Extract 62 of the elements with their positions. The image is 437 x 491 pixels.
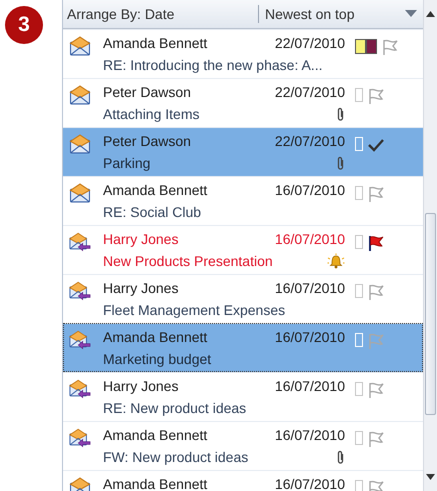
envelope-icon — [69, 85, 91, 105]
sender-name: Amanda Bennett — [103, 329, 208, 345]
sender-name: Harry Jones — [103, 378, 178, 394]
arrange-by-button[interactable]: Arrange By: Date — [63, 5, 259, 23]
message-row[interactable]: Amanda Bennett 22/07/2010 RE: Introducing the new phase: A... — [63, 29, 423, 78]
category-slot[interactable] — [355, 480, 363, 491]
message-date: 16/07/2010 — [274, 182, 345, 198]
reply-envelope-icon — [69, 232, 91, 252]
sender-name: Amanda Bennett — [103, 427, 208, 443]
message-subject: New Products Presentation — [103, 253, 273, 269]
message-date: 16/07/2010 — [274, 476, 345, 491]
sender-name: Amanda Bennett — [103, 35, 208, 51]
message-subject: Fleet Management Expenses — [103, 302, 286, 318]
message-row[interactable]: Harry Jones 16/07/2010 New Products Presentation — [63, 225, 423, 274]
dropdown-arrow-icon[interactable] — [405, 10, 417, 18]
sender-name: Peter Dawson — [103, 84, 191, 100]
sender-name: Amanda Bennett — [103, 182, 208, 198]
message-row[interactable]: Amanda Bennett 16/07/2010 FW: New product ideas — [63, 421, 423, 470]
sender-name: Harry Jones — [103, 231, 178, 247]
message-subject: Parking — [103, 155, 150, 171]
scroll-down-icon[interactable] — [426, 474, 435, 480]
reply-envelope-icon — [69, 379, 91, 399]
category-slot[interactable] — [355, 186, 363, 200]
message-date: 16/07/2010 — [274, 280, 345, 296]
message-date: 16/07/2010 — [274, 378, 345, 394]
category-slot[interactable] — [355, 235, 363, 249]
envelope-icon — [69, 477, 91, 491]
message-row[interactable]: Amanda Bennett 16/07/2010 RE: Social Club — [63, 176, 423, 225]
message-subject: RE: Social Club — [103, 204, 202, 220]
scroll-up-icon[interactable] — [426, 11, 435, 17]
message-date: 22/07/2010 — [274, 84, 345, 100]
message-row[interactable]: Harry Jones 16/07/2010 RE: New product ideas — [63, 372, 423, 421]
message-date: 22/07/2010 — [274, 133, 345, 149]
reply-envelope-icon — [69, 281, 91, 301]
category-slot[interactable] — [355, 88, 363, 102]
scrollbar[interactable] — [423, 0, 437, 491]
message-row[interactable]: Amanda Bennett 16/07/2010 — [63, 470, 423, 491]
step-badge: 3 — [5, 6, 43, 44]
message-date: 16/07/2010 — [274, 427, 345, 443]
message-subject: Marketing budget — [103, 351, 212, 367]
sender-name: Amanda Bennett — [103, 476, 208, 491]
envelope-icon — [69, 183, 91, 203]
category-slot[interactable] — [355, 284, 363, 298]
message-row[interactable]: Peter Dawson 22/07/2010 Parking — [63, 127, 423, 176]
flag-icon[interactable] — [367, 234, 385, 252]
sender-name: Harry Jones — [103, 280, 178, 296]
envelope-icon — [69, 134, 91, 154]
reply-envelope-icon — [69, 330, 91, 350]
message-subject: RE: Introducing the new phase: A... — [103, 57, 322, 73]
sender-name: Peter Dawson — [103, 133, 191, 149]
sort-order-button[interactable]: Newest on top — [259, 6, 405, 22]
category-slot[interactable] — [355, 382, 363, 396]
category-slot[interactable] — [355, 431, 363, 445]
message-subject: RE: New product ideas — [103, 400, 246, 416]
message-subject: FW: New product ideas — [103, 449, 248, 465]
message-date: 16/07/2010 — [274, 329, 345, 345]
scroll-thumb[interactable] — [425, 212, 436, 414]
envelope-icon — [69, 36, 91, 56]
message-date: 22/07/2010 — [274, 35, 345, 51]
reply-envelope-icon — [69, 428, 91, 448]
message-subject: Attaching Items — [103, 106, 200, 122]
message-date: 16/07/2010 — [274, 231, 345, 247]
